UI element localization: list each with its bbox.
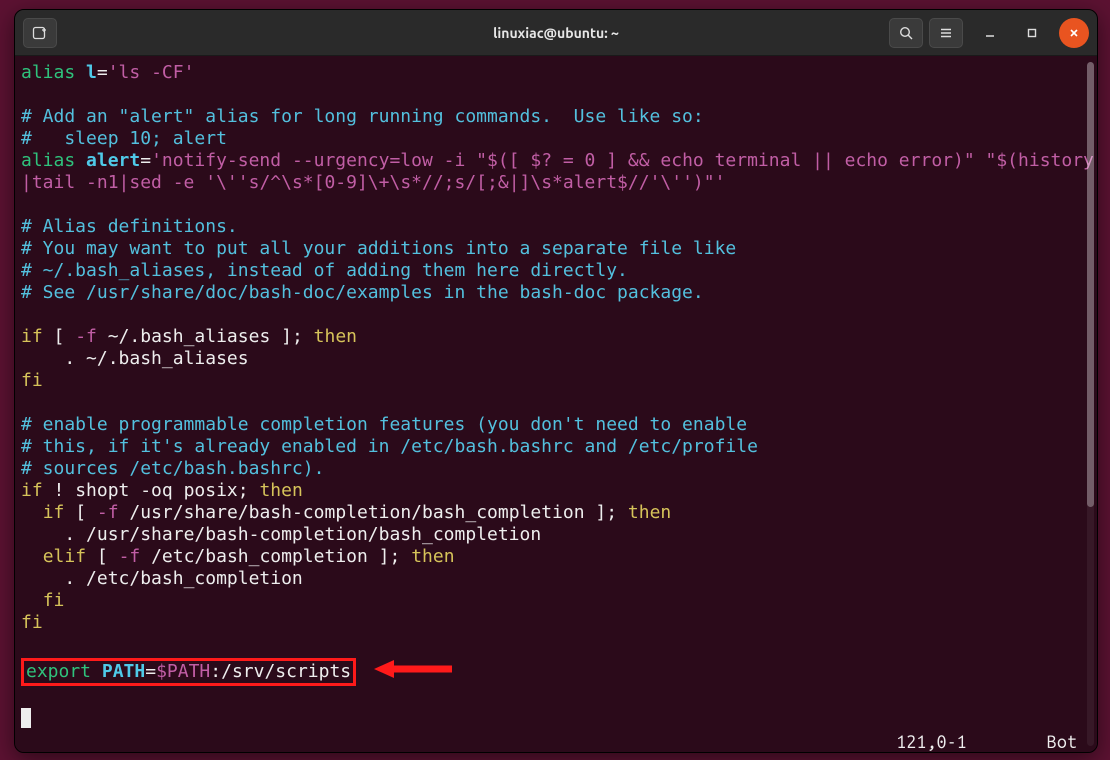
vim-status-line: 121,0-1 Bot bbox=[21, 731, 1097, 752]
editor-content: alias l='ls -CF' # Add an "alert" alias … bbox=[21, 62, 1097, 731]
highlighted-export-line: export PATH=$PATH:/srv/scripts bbox=[21, 658, 356, 686]
comment: # enable programmable completion feature… bbox=[21, 414, 747, 435]
alias-kw: alias bbox=[21, 62, 75, 83]
then-kw: then bbox=[411, 546, 454, 567]
export-suffix: :/srv/scripts bbox=[210, 661, 351, 682]
then-kw: then bbox=[314, 326, 357, 347]
menu-button[interactable] bbox=[929, 18, 963, 48]
maximize-icon bbox=[1026, 27, 1038, 39]
comment: # ~/.bash_aliases, instead of adding the… bbox=[21, 260, 628, 281]
new-tab-icon bbox=[32, 25, 48, 41]
fi-kw: fi bbox=[21, 370, 43, 391]
cursor-position: 121,0-1 bbox=[896, 731, 967, 752]
then-kw: then bbox=[628, 502, 671, 523]
comment: # Add an "alert" alias for long running … bbox=[21, 106, 704, 127]
close-icon bbox=[1068, 27, 1080, 39]
arrow-left-icon bbox=[374, 658, 454, 680]
comment: # See /usr/share/doc/bash-doc/examples i… bbox=[21, 282, 704, 303]
close-button[interactable] bbox=[1059, 18, 1089, 48]
alias-kw: alias bbox=[21, 150, 75, 171]
if-kw: if bbox=[21, 502, 64, 523]
export-kw: export bbox=[26, 661, 91, 682]
search-icon bbox=[898, 25, 914, 41]
comment: # this, if it's already enabled in /etc/… bbox=[21, 436, 758, 457]
terminal-body[interactable]: alias l='ls -CF' # Add an "alert" alias … bbox=[15, 56, 1097, 752]
titlebar: linuxiac@ubuntu: ~ bbox=[15, 10, 1097, 56]
comment: # Alias definitions. bbox=[21, 216, 238, 237]
scrollbar[interactable] bbox=[1087, 62, 1094, 746]
if-body: . ~/.bash_aliases bbox=[21, 348, 249, 369]
if-kw: if bbox=[21, 326, 43, 347]
comment: # You may want to put all your additions… bbox=[21, 238, 736, 259]
fi-kw: fi bbox=[21, 590, 64, 611]
search-button[interactable] bbox=[889, 18, 923, 48]
new-tab-button[interactable] bbox=[23, 18, 57, 48]
scrollbar-thumb[interactable] bbox=[1087, 62, 1094, 507]
if-body: . /usr/share/bash-completion/bash_comple… bbox=[21, 524, 541, 545]
export-var: PATH bbox=[102, 661, 145, 682]
terminal-window: linuxiac@ubuntu: ~ alias l='ls -CF' # Ad… bbox=[14, 9, 1098, 753]
if-kw: if bbox=[21, 480, 43, 501]
fi-kw: fi bbox=[21, 612, 43, 633]
scroll-position: Bot bbox=[1047, 731, 1077, 752]
minimize-button[interactable] bbox=[975, 18, 1005, 48]
alias-value: 'ls -CF' bbox=[108, 62, 195, 83]
minimize-icon bbox=[984, 27, 996, 39]
maximize-button[interactable] bbox=[1017, 18, 1047, 48]
elif-body: . /etc/bash_completion bbox=[21, 568, 303, 589]
menu-icon bbox=[938, 25, 954, 41]
export-val: $PATH bbox=[156, 661, 210, 682]
comment: # sources /etc/bash.bashrc). bbox=[21, 458, 324, 479]
comment: # sleep 10; alert bbox=[21, 128, 227, 149]
annotation-arrow bbox=[374, 658, 454, 686]
alias-name: l bbox=[86, 62, 97, 83]
then-kw: then bbox=[259, 480, 302, 501]
elif-kw: elif bbox=[21, 546, 86, 567]
alias-name: alert bbox=[86, 150, 140, 171]
cursor bbox=[21, 708, 31, 728]
